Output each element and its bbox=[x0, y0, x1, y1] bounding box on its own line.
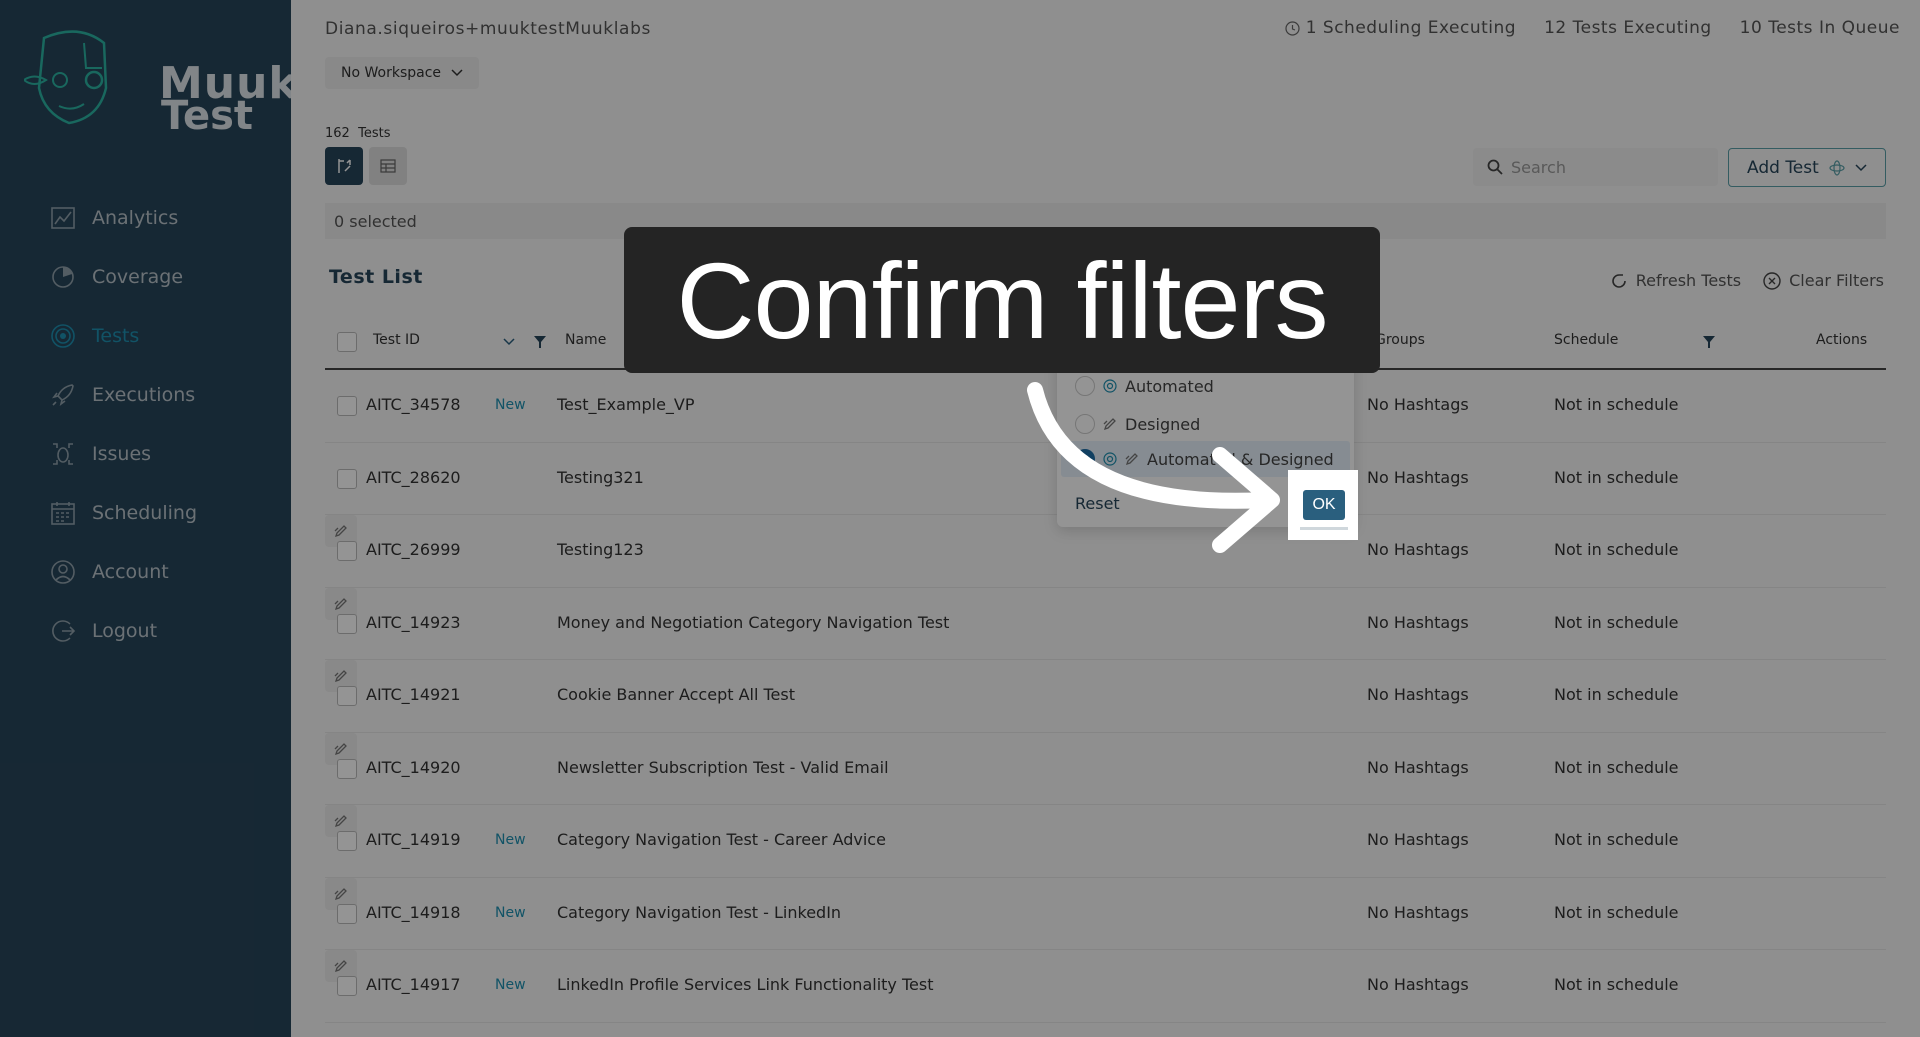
banner-text: Confirm filters bbox=[676, 239, 1328, 361]
tutorial-banner: Confirm filters bbox=[624, 227, 1380, 373]
filter-ok-button[interactable]: OK bbox=[1303, 490, 1345, 520]
ok-underline bbox=[1300, 527, 1348, 530]
tutorial-overlay bbox=[0, 0, 1920, 1037]
callout-arrow-icon bbox=[1027, 382, 1280, 553]
